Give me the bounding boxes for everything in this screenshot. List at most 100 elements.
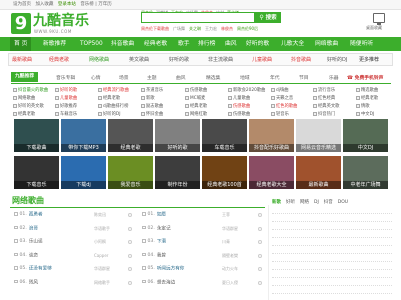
song-row[interactable]: 01. 孤勇者 陈奕迅 <box>14 212 134 218</box>
rank-tab[interactable]: 好听 <box>286 200 295 205</box>
play-icon[interactable] <box>258 226 262 231</box>
song-title[interactable]: 如愿 <box>157 212 166 217</box>
category-link[interactable]: 流行音乐 <box>313 87 335 93</box>
song-artist[interactable]: 华语群星 <box>222 226 238 232</box>
song-title[interactable]: 下潜 <box>157 239 166 244</box>
album-thumbnail[interactable]: 中老年广场舞 <box>343 156 388 189</box>
album-thumbnail[interactable]: 下载dj <box>61 156 106 189</box>
album-thumbnail[interactable]: 下载歌曲 <box>14 119 59 152</box>
song-artist[interactable]: 华语群星 <box>94 266 110 272</box>
ranking-row[interactable] <box>272 231 392 238</box>
nav-item-singer[interactable]: 歌手 <box>178 37 190 51</box>
song-title[interactable]: 我曾 <box>157 253 166 258</box>
suggestion-link[interactable]: 周杰伦90后 <box>237 26 258 31</box>
category-link[interactable]: MC喊麦 <box>185 95 205 101</box>
site-title[interactable]: 九酷音乐 <box>33 13 89 29</box>
album-thumbnail[interactable]: 中文DJ <box>343 119 388 152</box>
subnav-item[interactable]: 最新歌曲 <box>12 56 32 65</box>
song-title[interactable]: 浪哥 <box>29 226 38 231</box>
tab-instrument[interactable]: 乐器 <box>329 74 339 81</box>
checkbox-icon[interactable] <box>142 252 146 256</box>
ranking-row[interactable] <box>272 279 392 286</box>
tab-region[interactable]: 地域 <box>240 74 250 81</box>
song-title[interactable]: 还没有爱够 <box>29 266 52 271</box>
tab-theme[interactable]: 主题 <box>147 74 157 81</box>
checkbox-icon[interactable] <box>141 95 145 100</box>
checkbox-icon[interactable] <box>55 95 59 100</box>
category-link[interactable]: 抖音热门 <box>313 111 335 117</box>
checkbox-icon[interactable] <box>271 87 275 92</box>
checkbox-icon[interactable] <box>228 111 232 116</box>
category-link[interactable]: 茶道音乐 <box>141 87 163 93</box>
tab-recommend[interactable]: 九酷推荐 <box>11 72 39 82</box>
tab-era[interactable]: 年代 <box>270 74 280 81</box>
category-link[interactable]: 好听的英文歌 <box>13 103 44 109</box>
ranking-row[interactable] <box>272 223 392 230</box>
checkbox-icon[interactable] <box>356 87 360 92</box>
song-artist[interactable]: 王菲 <box>222 212 230 218</box>
nav-item-random[interactable]: 随便听听 <box>350 37 373 51</box>
checkbox-icon[interactable] <box>141 87 145 92</box>
play-icon[interactable] <box>128 213 132 217</box>
ranking-row[interactable] <box>272 263 392 270</box>
checkbox-icon[interactable] <box>13 111 17 116</box>
subnav-item[interactable]: 好听的歌 <box>169 56 189 65</box>
song-artist[interactable]: 动力火车 <box>222 266 238 272</box>
song-title[interactable]: 永定记 <box>157 226 171 231</box>
album-thumbnail[interactable]: 带你下载MP3 <box>61 119 106 152</box>
song-row[interactable]: 03. 乐山谣 小阿枫 <box>14 239 134 245</box>
checkbox-icon[interactable] <box>142 279 146 283</box>
tab-mood[interactable]: 心情 <box>91 74 101 81</box>
checkbox-icon[interactable] <box>271 111 275 116</box>
checkbox-icon[interactable] <box>228 95 232 100</box>
song-row[interactable]: 02. 永定记 华语群星 <box>142 225 264 232</box>
song-title[interactable]: 谈恋 <box>29 253 38 258</box>
tab-album[interactable]: 音乐专辑 <box>56 74 75 81</box>
suggestion-link[interactable]: 广场舞 <box>173 26 185 31</box>
search-input[interactable] <box>141 12 255 23</box>
checkbox-icon[interactable] <box>98 95 102 100</box>
album-thumbnail[interactable]: 经典老歌大全 <box>249 156 294 189</box>
checkbox-icon[interactable] <box>55 111 59 116</box>
checkbox-icon[interactable] <box>185 87 189 92</box>
category-link[interactable]: 新歌 <box>141 95 155 101</box>
checkbox-icon[interactable] <box>14 266 18 270</box>
ranking-row[interactable] <box>272 271 392 278</box>
nav-item-kids[interactable]: 儿歌大全 <box>281 37 304 51</box>
nav-item-douyin[interactable]: 抖音歌曲 <box>111 37 134 51</box>
play-icon[interactable] <box>258 267 262 271</box>
nav-item-chart[interactable]: 排行榜 <box>198 37 215 51</box>
category-link[interactable]: 伤感歌曲 <box>228 103 250 109</box>
category-link[interactable]: 新歌会2020歌曲 <box>228 87 265 93</box>
checkbox-icon[interactable] <box>14 212 18 216</box>
album-thumbnail[interactable]: 经典老歌 <box>108 119 153 152</box>
category-link[interactable]: 怀旧金曲 <box>141 111 163 117</box>
ranking-row[interactable] <box>272 287 392 294</box>
checkbox-icon[interactable] <box>14 279 18 283</box>
free-ringtone-link[interactable]: ☎ 免费手机铃声 <box>347 74 383 81</box>
suggestion-link[interactable]: 王力宏 <box>205 26 217 31</box>
album-thumbnail[interactable]: 经典老歌100首 <box>202 156 247 189</box>
tab-selection[interactable]: 精选集 <box>206 74 220 81</box>
checkbox-icon[interactable] <box>356 111 360 116</box>
category-link[interactable]: 网络红歌 <box>185 111 207 117</box>
song-artist[interactable]: 川青 <box>222 239 230 245</box>
checkbox-icon[interactable] <box>13 95 17 100</box>
category-link[interactable]: 情歌 <box>356 103 370 109</box>
category-link[interactable]: 好歌推荐 <box>55 103 77 109</box>
rank-tab[interactable]: DJ <box>314 200 319 205</box>
checkbox-icon[interactable] <box>98 103 102 108</box>
checkbox-icon[interactable] <box>14 239 18 243</box>
album-thumbnail[interactable]: 最新歌曲 <box>296 156 341 189</box>
ranking-row[interactable] <box>272 247 392 254</box>
checkbox-icon[interactable] <box>13 87 17 92</box>
album-thumbnail[interactable]: 我爱音乐 <box>108 156 153 189</box>
rank-tab[interactable]: DOU <box>338 200 348 205</box>
checkbox-icon[interactable] <box>228 87 232 92</box>
play-icon[interactable] <box>128 226 132 231</box>
checkbox-icon[interactable] <box>142 239 146 243</box>
category-link[interactable]: 红色的歌曲 <box>271 103 297 109</box>
song-title[interactable]: 想去海边 <box>157 280 175 285</box>
nav-item-classic[interactable]: 经典老歌 <box>144 37 167 51</box>
category-link[interactable]: 儿童歌曲 <box>55 95 77 101</box>
